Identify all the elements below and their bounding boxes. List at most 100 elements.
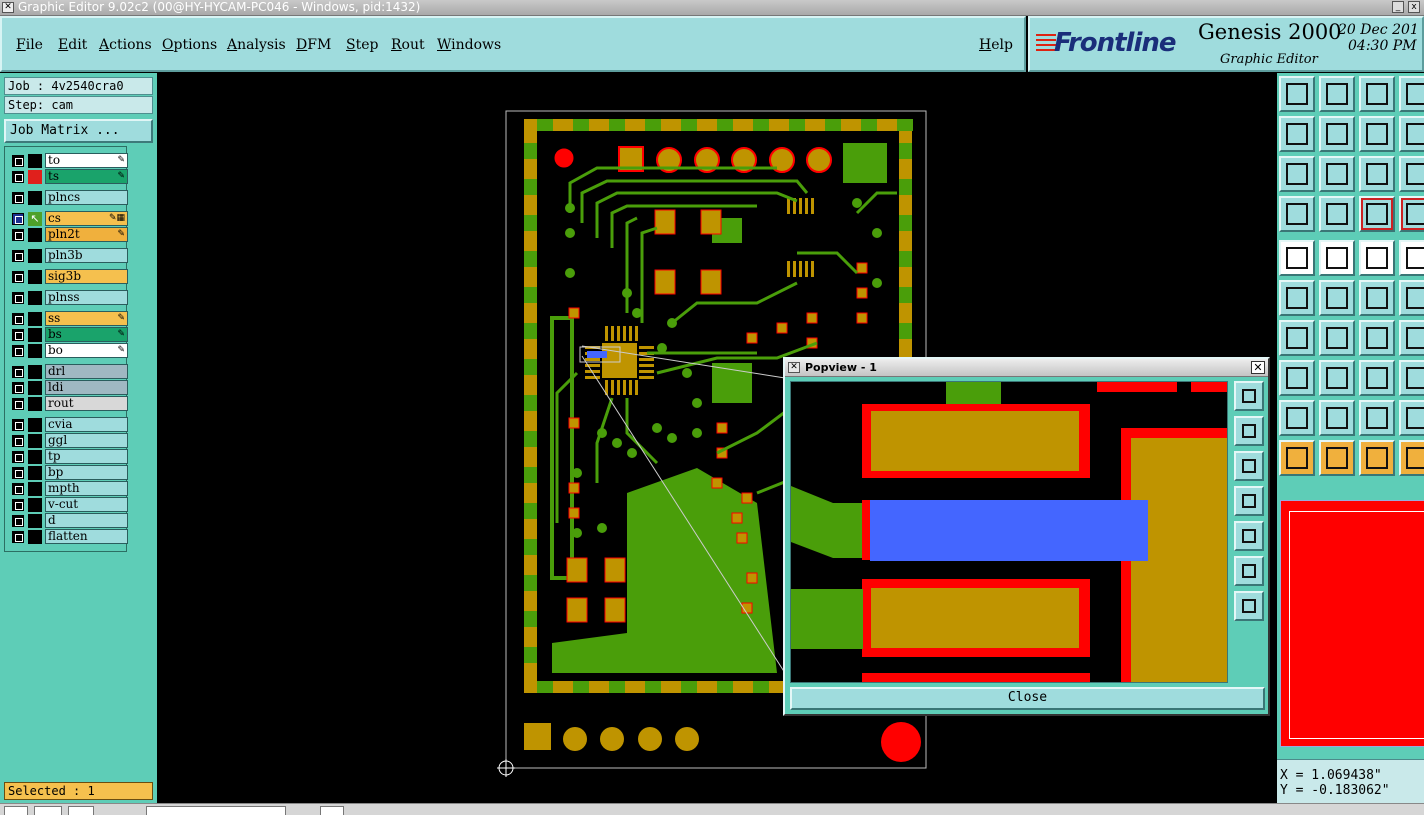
tool-measure-button[interactable]	[1279, 196, 1315, 232]
tool-a-2-button[interactable]	[1359, 400, 1395, 436]
tool-stretch-button[interactable]	[1399, 116, 1424, 152]
menu-edit[interactable]: Edit	[58, 37, 87, 53]
tool-add-pad-button[interactable]	[1279, 240, 1315, 276]
tool-copy-button[interactable]	[1399, 280, 1424, 316]
tool-select-2-button[interactable]	[1319, 440, 1355, 476]
layer-checkbox[interactable]	[12, 531, 24, 543]
popview-fit-button[interactable]	[1234, 381, 1264, 411]
bottom-segment-2[interactable]	[34, 806, 62, 815]
layer-color-swatch[interactable]	[28, 381, 42, 395]
bottom-segment-4[interactable]	[146, 806, 286, 815]
layer-name[interactable]: rout	[45, 396, 128, 411]
layer-color-swatch[interactable]	[28, 498, 42, 512]
layer-name[interactable]: ss ✎	[45, 311, 128, 326]
layer-color-swatch[interactable]	[28, 270, 42, 284]
layer-checkbox[interactable]	[12, 192, 24, 204]
layer-checkbox[interactable]	[12, 292, 24, 304]
tool-fit-button[interactable]	[1279, 156, 1315, 192]
active-layer-arrow-icon[interactable]: ↖	[28, 212, 42, 226]
tool-house-button[interactable]	[1359, 76, 1395, 112]
layer-color-swatch[interactable]	[28, 514, 42, 528]
layer-color-swatch[interactable]	[28, 482, 42, 496]
layer-checkbox[interactable]	[12, 155, 24, 167]
layer-name[interactable]: flatten	[45, 529, 128, 544]
layer-color-swatch[interactable]	[28, 397, 42, 411]
layer-color-swatch[interactable]	[28, 466, 42, 480]
tool-delete-button[interactable]	[1319, 280, 1355, 316]
layer-checkbox[interactable]	[12, 451, 24, 463]
tool-window-button[interactable]	[1399, 76, 1424, 112]
tool-move-button[interactable]	[1359, 280, 1395, 316]
menu-windows[interactable]: Windows	[437, 37, 501, 53]
popview-system-icon[interactable]: ✕	[788, 362, 800, 373]
layer-checkbox[interactable]	[12, 313, 24, 325]
layer-color-swatch[interactable]	[28, 328, 42, 342]
tool-pan-down-button[interactable]	[1319, 76, 1355, 112]
layer-checkbox[interactable]	[12, 366, 24, 378]
tool-shape-button[interactable]	[1399, 360, 1424, 396]
layer-color-swatch[interactable]	[28, 418, 42, 432]
tool-cut-button[interactable]	[1319, 360, 1355, 396]
menu-step[interactable]: Step	[346, 37, 378, 53]
tool-ruler-button[interactable]	[1359, 240, 1395, 276]
layer-checkbox[interactable]	[12, 467, 24, 479]
tool-select-button[interactable]	[1279, 440, 1315, 476]
popview-zoom-view[interactable]	[790, 381, 1228, 683]
layer-name[interactable]: bs ✎	[45, 327, 128, 342]
bottom-segment-3[interactable]	[68, 806, 94, 815]
layer-color-swatch[interactable]	[28, 344, 42, 358]
layer-color-swatch[interactable]	[28, 312, 42, 326]
tool-select-3-button[interactable]	[1359, 440, 1395, 476]
tool-a-1-button[interactable]	[1319, 400, 1355, 436]
tool-query-button[interactable]	[1399, 156, 1424, 192]
layer-color-swatch[interactable]	[28, 249, 42, 263]
job-matrix-button[interactable]: Job Matrix ...	[4, 119, 153, 143]
popview-close-button[interactable]: Close	[790, 687, 1265, 710]
layer-name[interactable]: plnss	[45, 290, 128, 305]
layer-name[interactable]: bo ✎	[45, 343, 128, 358]
tool-center-button[interactable]	[1319, 156, 1355, 192]
layer-name[interactable]: drl	[45, 364, 128, 379]
popview-pan-left-button[interactable]	[1234, 486, 1264, 516]
tool-pan-right-button[interactable]	[1319, 116, 1355, 152]
tool-zoom-home-button[interactable]	[1279, 76, 1315, 112]
layer-name[interactable]: plncs	[45, 190, 128, 205]
layer-name[interactable]: ggl	[45, 433, 128, 448]
layer-checkbox[interactable]	[12, 171, 24, 183]
close-icon[interactable]: ✕	[1251, 361, 1265, 374]
layer-color-swatch[interactable]	[28, 228, 42, 242]
layer-checkbox[interactable]	[12, 398, 24, 410]
layer-checkbox[interactable]	[12, 213, 24, 225]
layer-checkbox[interactable]	[12, 515, 24, 527]
menu-analysis[interactable]: Analysis	[227, 37, 286, 53]
tool-connect-button[interactable]	[1279, 280, 1315, 316]
layer-name[interactable]: tp	[45, 449, 128, 464]
layer-checkbox[interactable]	[12, 250, 24, 262]
layer-checkbox[interactable]	[12, 499, 24, 511]
layer-name[interactable]: ldi	[45, 380, 128, 395]
layer-checkbox[interactable]	[12, 229, 24, 241]
popview-pan-down-button[interactable]	[1234, 451, 1264, 481]
tool-triangle-button[interactable]	[1279, 400, 1315, 436]
layer-name[interactable]: mpth	[45, 481, 128, 496]
tool-line-1-button[interactable]	[1279, 320, 1315, 356]
menu-rout[interactable]: Rout	[391, 37, 425, 53]
tool-pan-left-button[interactable]	[1279, 116, 1315, 152]
popview-pan-right-button[interactable]	[1234, 521, 1264, 551]
layer-checkbox[interactable]	[12, 419, 24, 431]
layer-color-swatch[interactable]	[28, 191, 42, 205]
layer-name[interactable]: d	[45, 513, 128, 528]
layer-color-swatch[interactable]	[28, 291, 42, 305]
menu-dfm[interactable]: DFM	[296, 37, 331, 53]
popview-pan-up-button[interactable]	[1234, 416, 1264, 446]
tool-arc-button[interactable]	[1359, 320, 1395, 356]
tool-snap-2-button[interactable]	[1399, 196, 1424, 232]
tool-a-3-button[interactable]	[1399, 400, 1424, 436]
layer-checkbox[interactable]	[12, 271, 24, 283]
menu-file[interactable]: File	[16, 37, 43, 53]
tool-grid-button[interactable]	[1319, 196, 1355, 232]
popview-zoom-in-button[interactable]	[1234, 556, 1264, 586]
layer-color-swatch[interactable]	[28, 170, 42, 184]
tool-pad-red-button[interactable]	[1279, 360, 1315, 396]
layer-name[interactable]: v-cut	[45, 497, 128, 512]
